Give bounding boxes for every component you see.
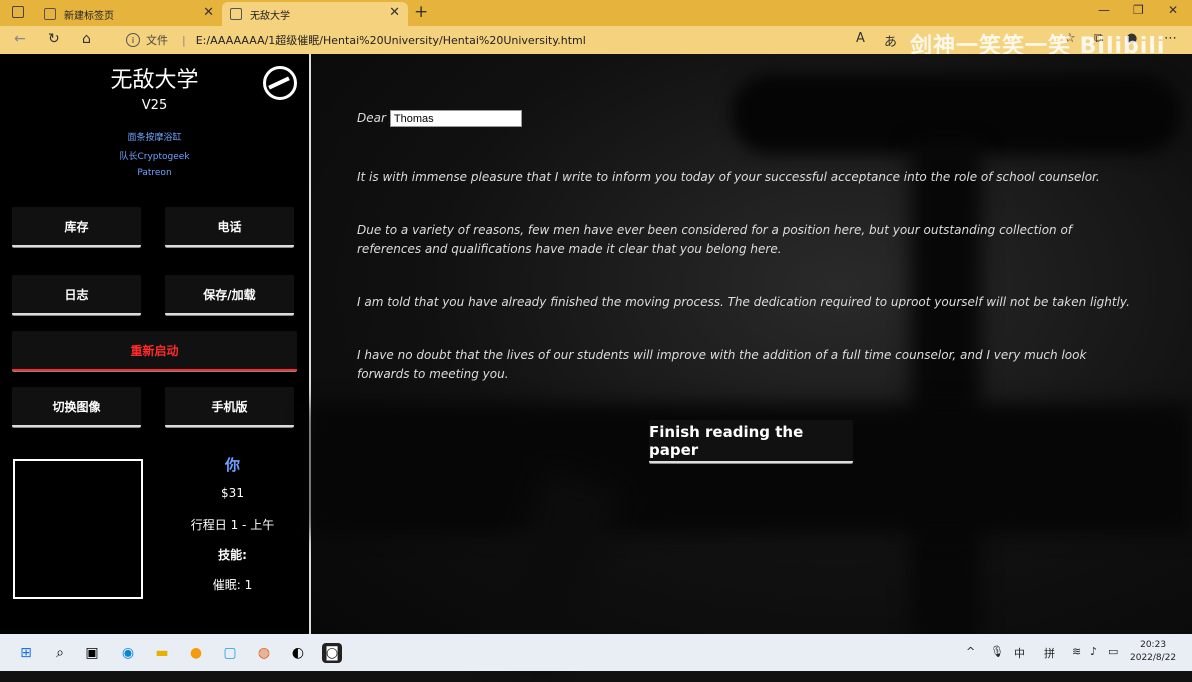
minimize-icon[interactable]: — <box>1098 3 1110 17</box>
taskbar: ⊞ ⌕ ▣ ◉ ▬ ● ▢ ◍ ◐ ◙ ^ 🎙 中 拼 ≋ ♪ ▭ 20:23 … <box>0 634 1192 671</box>
file-label: 文件 <box>146 34 168 47</box>
patreon-link[interactable]: Patreon <box>0 168 309 178</box>
tab-active[interactable]: 无敌大学 ✕ <box>222 2 408 26</box>
search-icon[interactable]: ⌕ <box>50 643 70 663</box>
name-input[interactable] <box>389 110 522 127</box>
battery-icon[interactable]: ▭ <box>1108 645 1118 658</box>
close-icon[interactable]: ✕ <box>203 5 214 20</box>
letter-paragraph: I have no doubt that the lives of our st… <box>357 348 1087 381</box>
clock[interactable]: 20:23 2022/8/22 <box>1130 639 1176 665</box>
close-window-icon[interactable]: ✕ <box>1168 3 1178 17</box>
tab-new-tab[interactable]: 新建标签页 ✕ <box>36 2 222 26</box>
player-name: 你 <box>224 456 240 474</box>
sidebar: 无敌大学 V25 面条按摩浴缸 队长Cryptogeek Patreon 库存 … <box>0 54 311 634</box>
chevron-up-icon[interactable]: ^ <box>966 645 975 658</box>
file-explorer-icon[interactable]: ▬ <box>152 643 172 663</box>
ime-mode[interactable]: 中 <box>1014 645 1025 661</box>
skills-label: 技能: <box>218 548 247 562</box>
journal-button[interactable]: 日志 <box>12 275 141 315</box>
new-tab-icon[interactable]: + <box>414 2 428 22</box>
main-content: Dear It is with immense pleasure that I … <box>311 54 1192 682</box>
switch-image-button[interactable]: 切换图像 <box>12 387 141 427</box>
recorder-icon[interactable]: ◙ <box>322 643 342 663</box>
translate-icon[interactable]: あ <box>884 31 897 50</box>
refresh-icon[interactable]: ↻ <box>48 31 60 47</box>
inventory-button[interactable]: 库存 <box>12 207 141 247</box>
restore-icon[interactable]: ❐ <box>1133 3 1144 17</box>
credit-link-2[interactable]: 队长Cryptogeek <box>0 149 309 162</box>
credit-link-1[interactable]: 面条按摩浴缸 <box>0 130 309 143</box>
info-icon[interactable]: i <box>126 33 140 47</box>
close-icon[interactable]: ✕ <box>389 5 400 20</box>
bilibili-icon[interactable]: ▢ <box>220 643 240 663</box>
edge-icon[interactable]: ◉ <box>118 643 138 663</box>
microphone-icon[interactable]: 🎙 <box>990 645 1004 658</box>
hypnosis-skill: 催眠: 1 <box>212 578 253 592</box>
page-icon <box>230 8 242 20</box>
phone-button[interactable]: 电话 <box>165 207 294 247</box>
tab-strip: 新建标签页 ✕ 无敌大学 ✕ + — ❐ ✕ <box>0 0 1192 26</box>
finish-reading-button[interactable]: Finish reading the paper <box>649 420 853 463</box>
tab-label: 新建标签页 <box>64 10 114 22</box>
tab-label: 无敌大学 <box>250 10 290 22</box>
page-icon <box>44 8 56 20</box>
salutation: Dear <box>357 109 1137 128</box>
home-icon[interactable]: ⌂ <box>82 31 91 47</box>
more-icon[interactable]: ⋯ <box>1164 31 1177 46</box>
mobile-version-button[interactable]: 手机版 <box>165 387 294 427</box>
windows-start-icon[interactable]: ⊞ <box>16 643 36 663</box>
firefox-icon[interactable]: ◍ <box>254 643 274 663</box>
url-field[interactable]: i 文件 | E:/AAAAAAA/1超级催眠/Hentai%20Univers… <box>112 29 842 51</box>
volume-icon[interactable]: ♪ <box>1090 645 1097 658</box>
app-icon[interactable]: ◐ <box>288 643 308 663</box>
date: 2022/8/22 <box>1130 653 1177 663</box>
version-label: V25 <box>141 98 168 113</box>
character-portrait <box>13 459 143 599</box>
day-time: 行程日 1 - 上午 <box>190 518 275 532</box>
read-aloud-icon[interactable]: A <box>856 31 865 46</box>
letter-paragraph: I am told that you have already finished… <box>357 295 1130 309</box>
logo-icon[interactable] <box>263 66 297 100</box>
money-value: $31 <box>221 486 244 500</box>
app-icon[interactable]: ● <box>186 643 206 663</box>
letter-paragraph: Due to a variety of reasons, few men hav… <box>357 223 1073 256</box>
tab-actions-icon[interactable] <box>12 6 24 18</box>
task-view-icon[interactable]: ▣ <box>82 643 102 663</box>
back-icon[interactable]: ← <box>14 31 26 47</box>
letter: Dear It is with immense pleasure that I … <box>357 109 1137 418</box>
save-load-button[interactable]: 保存/加载 <box>165 275 294 315</box>
dear-label: Dear <box>357 111 386 125</box>
time: 20:23 <box>1140 640 1167 650</box>
url-text: E:/AAAAAAA/1超级催眠/Hentai%20University/Hen… <box>195 34 586 47</box>
separator: | <box>182 33 186 47</box>
letter-paragraph: It is with immense pleasure that I write… <box>357 170 1100 184</box>
wifi-icon[interactable]: ≋ <box>1072 645 1081 658</box>
ime-pinyin[interactable]: 拼 <box>1044 645 1055 661</box>
restart-button[interactable]: 重新启动 <box>12 331 297 371</box>
